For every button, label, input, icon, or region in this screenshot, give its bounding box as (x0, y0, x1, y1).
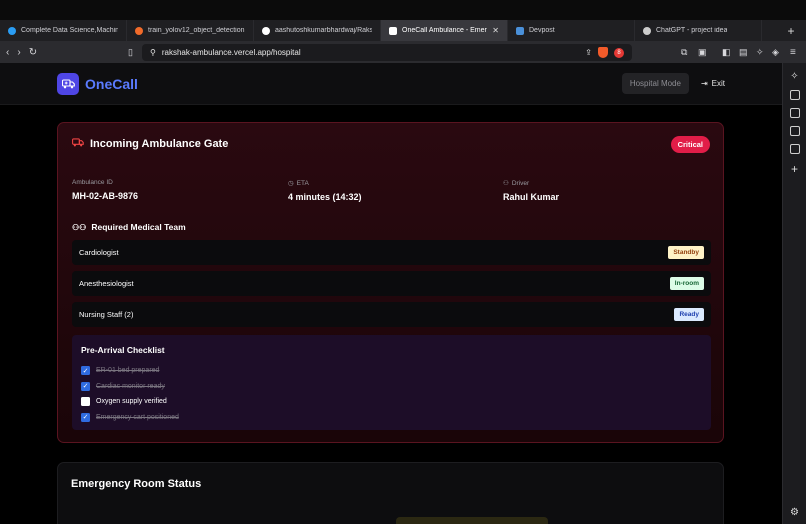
browser-tab[interactable]: ChatGPT - project idea (635, 20, 762, 41)
share-icon[interactable]: ⇪ (585, 48, 592, 57)
er-status-title: Emergency Room Status (71, 478, 202, 490)
status-badge: In-room (669, 277, 704, 290)
address-bar[interactable]: ⚲ rakshak-ambulance.vercel.app/hospital … (142, 44, 632, 61)
team-title: ⚇⚇ Required Medical Team (72, 222, 186, 232)
sidebar-settings-icon[interactable]: ⚙ (790, 507, 799, 518)
browser-tab[interactable]: Devpost (508, 20, 635, 41)
browser-tab-active[interactable]: OneCall Ambulance - Emer ✕ (381, 20, 508, 41)
ambulance-id-value: MH-02-AB-9876 (72, 191, 139, 201)
ambulance-id-label: Ambulance ID (72, 179, 113, 186)
team-role: Anesthesiologist (79, 279, 134, 288)
forward-icon[interactable]: › (17, 47, 20, 58)
checklist-item[interactable]: ✓ Emergency cart positioned (81, 410, 702, 426)
reading-list-icon[interactable] (789, 90, 800, 100)
team-title-text: Required Medical Team (91, 222, 186, 232)
tab-favicon-icon (389, 26, 397, 35)
ambulance-logo-icon (57, 72, 79, 95)
tab-favicon-icon (135, 26, 143, 35)
logout-icon: ⇥ (700, 79, 708, 88)
brand-name[interactable]: OneCall (85, 76, 138, 92)
driver-block: ⚇ Driver Rahul Kumar (503, 179, 560, 203)
tab-favicon-icon (8, 26, 16, 35)
browser-sidebar: ✧ + ⚙ (782, 63, 806, 524)
browser-tab[interactable]: train_yolov12_object_detection (127, 20, 254, 41)
ambulance-icon (72, 138, 84, 150)
checklist-item[interactable]: Oxygen supply verified (81, 394, 702, 410)
leo-ai-icon[interactable]: ✧ (790, 71, 798, 82)
back-icon[interactable]: ‹ (6, 47, 9, 58)
bookmark-icon[interactable]: ▯ (128, 47, 133, 58)
er-status-card: Emergency Room Status (57, 462, 724, 524)
pre-arrival-checklist: Pre-Arrival Checklist ✓ ER-01 bed prepare… (72, 335, 711, 430)
site-settings-icon[interactable]: ⚲ (150, 48, 156, 57)
checkbox-checked[interactable]: ✓ (81, 412, 90, 422)
checkbox-unchecked[interactable] (81, 397, 90, 407)
wallet-sidebar-icon[interactable] (789, 108, 800, 118)
team-row-nursing: Nursing Staff (2) Ready (72, 302, 711, 327)
status-badge: Standby (668, 246, 704, 259)
eta-block: ◷ ETA 4 minutes (14:32) (288, 179, 362, 203)
extensions-icon[interactable]: ⧉ (681, 47, 687, 58)
reader-icon[interactable]: ▤ (739, 47, 748, 58)
new-tab-icon[interactable]: + (776, 24, 806, 38)
team-row-cardiologist: Cardiologist Standby (72, 240, 711, 265)
ambulance-id-block: Ambulance ID MH-02-AB-9876 (72, 179, 138, 201)
checklist-title: Pre-Arrival Checklist (81, 345, 165, 355)
reload-icon[interactable]: ↻ (29, 47, 37, 58)
app-viewport: OneCall Hospital Mode ⇥ Exit Incoming Amb… (0, 63, 782, 524)
severity-badge: Critical (670, 136, 710, 153)
clock-icon: ◷ (288, 180, 294, 187)
incoming-ambulance-card: Incoming Ambulance Gate Critical Ambulan… (57, 122, 724, 443)
github-icon (262, 26, 270, 35)
exit-button[interactable]: ⇥ Exit (701, 79, 725, 88)
app-header: OneCall Hospital Mode ⇥ Exit (0, 63, 782, 105)
browser-tab[interactable]: Complete Data Science,Machine (0, 20, 127, 41)
browser-toolbar: ‹ › ↻ ▯ ⚲ rakshak-ambulance.vercel.app/h… (0, 41, 806, 63)
checkbox-checked[interactable]: ✓ (81, 381, 90, 391)
incoming-title: Incoming Ambulance Gate (90, 138, 229, 150)
brave-shields-icon[interactable] (598, 47, 608, 58)
driver-value: Rahul Kumar (503, 192, 560, 202)
er-status-item (396, 517, 548, 524)
devpost-icon (516, 26, 524, 35)
checklist-item[interactable]: ✓ ER-01 bed prepared (81, 363, 702, 379)
card-title: Incoming Ambulance Gate (72, 138, 228, 150)
hospital-mode-button[interactable]: Hospital Mode (621, 73, 689, 94)
driver-label: Driver (511, 179, 530, 187)
user-icon: ⚇ (503, 180, 509, 187)
leo-icon[interactable]: ✧ (756, 47, 764, 58)
os-menu-bar (0, 0, 806, 20)
team-role: Cardiologist (79, 248, 119, 257)
menu-icon[interactable]: ≡ (790, 47, 796, 58)
url-text: rakshak-ambulance.vercel.app/hospital (161, 48, 301, 57)
sidebar-toggle-icon[interactable]: ◧ (722, 47, 731, 58)
eta-label: ETA (296, 179, 309, 187)
brave-rewards-icon[interactable]: 8 (614, 47, 624, 58)
checklist-item[interactable]: ✓ Cardiac monitor ready (81, 379, 702, 395)
vpn-icon[interactable]: ◈ (772, 47, 779, 58)
wallet-icon[interactable]: ▣ (698, 47, 707, 58)
browser-tab-bar: Complete Data Science,Machine train_yolo… (0, 20, 806, 41)
history-sidebar-icon[interactable] (789, 144, 800, 154)
team-role: Nursing Staff (2) (79, 310, 134, 319)
add-sidebar-item-icon[interactable]: + (791, 162, 798, 176)
status-badge: Ready (674, 308, 704, 321)
users-icon: ⚇⚇ (72, 222, 87, 232)
close-tab-icon[interactable]: ✕ (492, 26, 499, 35)
team-row-anesthesiologist: Anesthesiologist In-room (72, 271, 711, 296)
browser-tab[interactable]: aashutoshkumarbhardwaj/Raksh (254, 20, 381, 41)
chatgpt-icon (643, 26, 651, 35)
eta-value: 4 minutes (14:32) (288, 192, 362, 202)
bookmarks-sidebar-icon[interactable] (789, 126, 800, 136)
exit-label: Exit (711, 79, 725, 88)
checkbox-checked[interactable]: ✓ (81, 366, 90, 376)
